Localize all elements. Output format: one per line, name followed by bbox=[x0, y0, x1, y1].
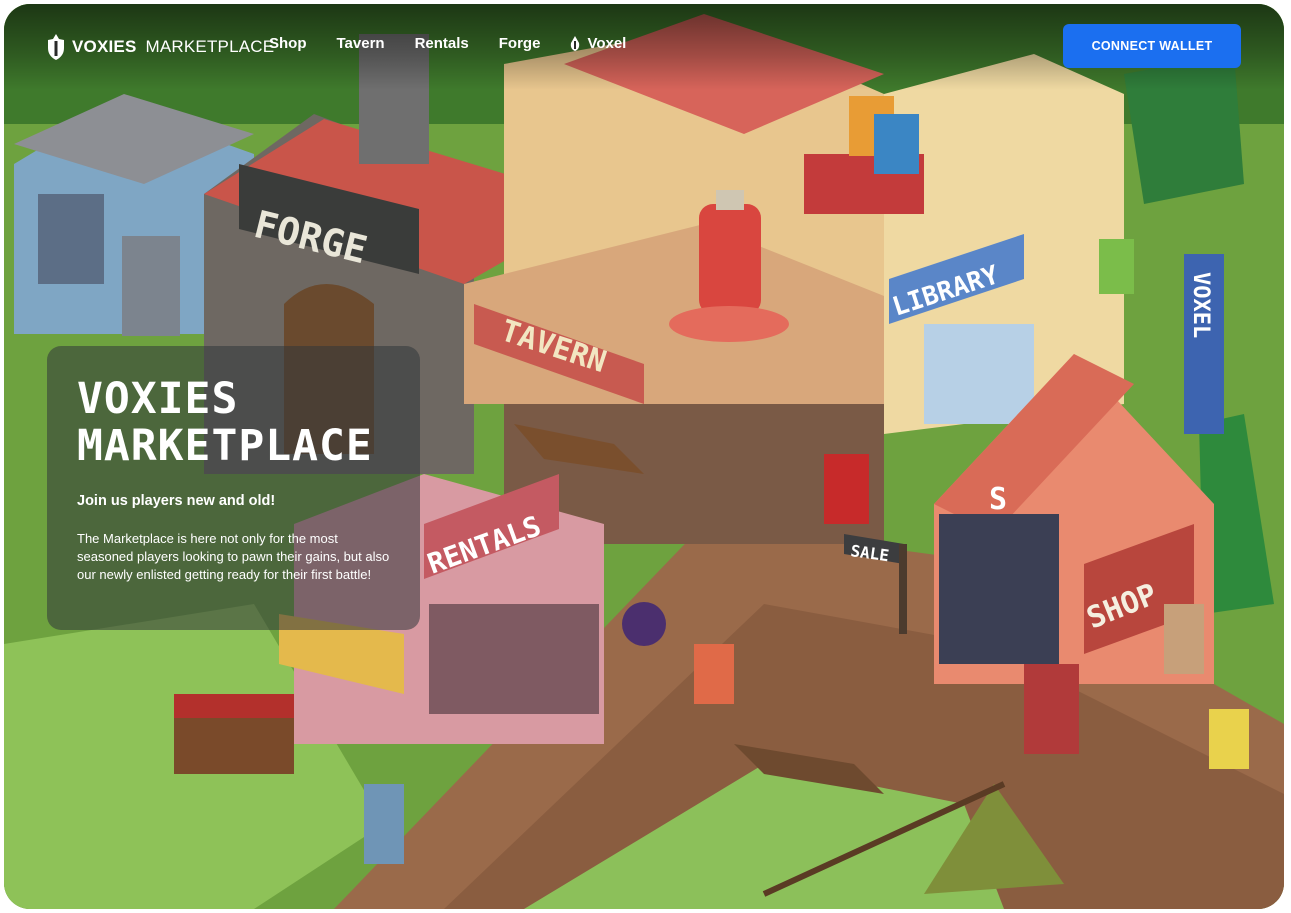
hero-subtitle: Join us players new and old! bbox=[77, 493, 276, 509]
shop-doorway bbox=[939, 514, 1059, 664]
yellow-character bbox=[1209, 709, 1249, 769]
voxel-drop-icon bbox=[571, 36, 580, 51]
main-nav: Shop Tavern Rentals Forge Voxel bbox=[269, 35, 626, 52]
explorer-character bbox=[364, 784, 404, 864]
nav-forge[interactable]: Forge bbox=[499, 35, 541, 52]
logo-suffix: MARKETPLACE bbox=[145, 37, 275, 56]
blue-house-window bbox=[38, 194, 104, 284]
logo-brand: VOXIES bbox=[72, 37, 137, 56]
top-navigation: VOXIES MARKETPLACE Shop Tavern Rentals F… bbox=[4, 4, 1284, 90]
voxel-banner-text: VOXEL bbox=[1188, 272, 1213, 338]
hero-title-line2: MARKETPLACE bbox=[77, 421, 373, 471]
shop-letter: S bbox=[989, 482, 1007, 517]
nav-voxel-label: Voxel bbox=[587, 35, 627, 52]
rentals-counter bbox=[429, 604, 599, 714]
wizard-character bbox=[622, 602, 666, 646]
page-frame: FORGE TAVERN LIBRARY VOXEL S SHOP RENTAL… bbox=[4, 4, 1284, 909]
training-dummy bbox=[1164, 604, 1204, 674]
nav-tavern[interactable]: Tavern bbox=[337, 35, 385, 52]
hero-description: The Marketplace is here not only for the… bbox=[77, 531, 390, 582]
library-window bbox=[924, 324, 1034, 424]
nav-shop[interactable]: Shop bbox=[269, 35, 307, 52]
hero-title-line1: VOXIES bbox=[77, 374, 239, 424]
voxies-shield-icon bbox=[48, 34, 64, 60]
potion-bottle bbox=[699, 204, 761, 314]
goblin-character bbox=[1099, 239, 1134, 294]
demon-character bbox=[824, 454, 869, 524]
red-hair-character bbox=[694, 644, 734, 704]
hero-panel: VOXIES MARKETPLACE Join us players new a… bbox=[47, 346, 420, 630]
potion-cork bbox=[716, 190, 744, 210]
pirate-character bbox=[1024, 664, 1079, 754]
nav-voxel[interactable]: Voxel bbox=[570, 35, 626, 52]
nav-rentals[interactable]: Rentals bbox=[415, 35, 469, 52]
logo-link[interactable]: VOXIES MARKETPLACE bbox=[46, 32, 274, 62]
market-cart-cover bbox=[174, 694, 294, 718]
connect-wallet-button[interactable]: CONNECT WALLET bbox=[1063, 24, 1241, 68]
sale-sign-post bbox=[899, 544, 907, 634]
hero-title: VOXIES MARKETPLACE bbox=[77, 376, 373, 470]
blue-house-door bbox=[122, 236, 180, 336]
library-book-blue bbox=[874, 114, 919, 174]
potion-base bbox=[669, 306, 789, 342]
